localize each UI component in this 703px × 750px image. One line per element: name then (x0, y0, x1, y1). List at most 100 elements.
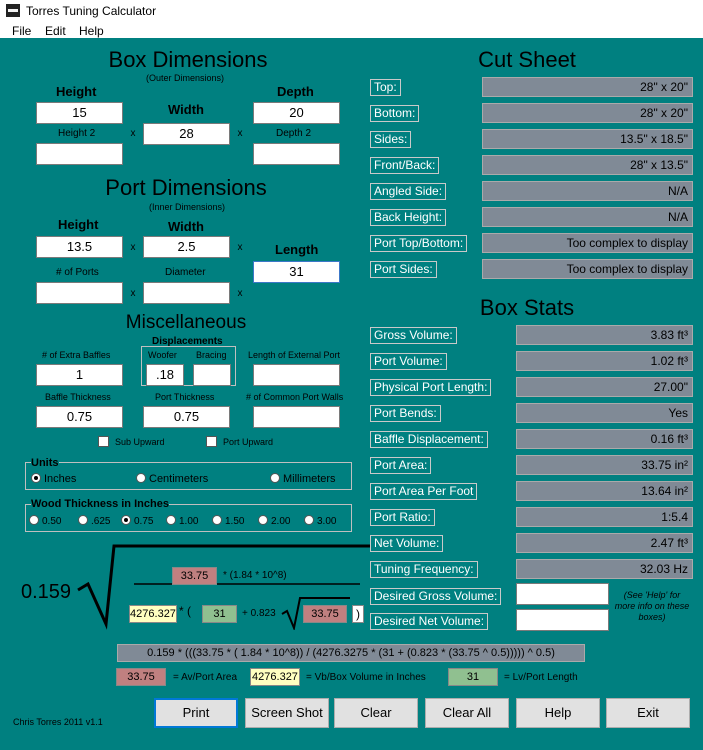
box-height-label: Height (53, 84, 100, 100)
bracing-input[interactable] (193, 364, 231, 386)
checkbox-box (98, 436, 109, 447)
clear-button[interactable]: Clear (334, 698, 418, 728)
cut-sheet-value: Too complex to display (482, 233, 693, 253)
legend-port-length-box: 31 (448, 668, 498, 686)
window-title: Torres Tuning Calculator (26, 4, 157, 18)
desired-gross-label: Desired Gross Volume: (370, 588, 502, 605)
box-depth-input[interactable]: 20 (253, 102, 340, 124)
formula-close-paren: ) (352, 605, 364, 623)
formula-port-length: 31 (202, 605, 237, 623)
units-centimeters-radio[interactable]: Centimeters (136, 473, 208, 485)
radio-dot (304, 515, 314, 525)
print-button[interactable]: Print (154, 698, 238, 728)
units-millimeters-radio[interactable]: Millimeters (270, 473, 336, 485)
box-depth-label: Depth (274, 84, 317, 100)
box-height2-input[interactable] (36, 143, 123, 165)
box-stats-label: Port Ratio: (370, 509, 435, 526)
checkbox-box (206, 436, 217, 447)
radio-dot (31, 473, 41, 483)
wood-100-label: 1.00 (179, 516, 199, 527)
exit-button[interactable]: Exit (606, 698, 690, 728)
legend-port-length-text: = Lv/Port Length (502, 672, 580, 683)
wood-200-label: 2.00 (271, 516, 291, 527)
port-width-input[interactable]: 2.5 (143, 236, 230, 258)
port-diameter-input[interactable] (143, 282, 230, 304)
box-stats-label: Gross Volume: (370, 327, 457, 344)
box-height-input[interactable]: 15 (36, 102, 123, 124)
baffle-thickness-input[interactable]: 0.75 (36, 406, 123, 428)
radio-dot (212, 515, 222, 525)
clear-all-button[interactable]: Clear All (425, 698, 509, 728)
cut-sheet-label: Front/Back: (370, 157, 440, 174)
help-button[interactable]: Help (516, 698, 600, 728)
box-depth2-input[interactable] (253, 143, 340, 165)
menu-edit[interactable]: Edit (45, 24, 66, 38)
cut-sheet-value: 28" x 13.5" (482, 155, 693, 175)
units-title: Units (31, 457, 59, 469)
external-port-input[interactable] (253, 364, 340, 386)
box-depth2-label: Depth 2 (273, 128, 315, 140)
woofer-input[interactable]: .18 (146, 364, 184, 386)
wood-050-radio[interactable]: 0.50 (29, 515, 61, 527)
menu-help[interactable]: Help (79, 24, 104, 38)
formula-open-paren: * ( (179, 604, 191, 618)
desired-gross-input[interactable] (516, 583, 609, 605)
units-inches-radio[interactable]: Inches (31, 473, 76, 485)
cut-sheet-label: Angled Side: (370, 183, 447, 200)
menu-file[interactable]: File (12, 24, 31, 38)
box-stats-label: Baffle Displacement: (370, 431, 488, 448)
units-centimeters-label: Centimeters (149, 473, 209, 485)
box-stats-value: 33.75 in² (516, 455, 693, 475)
port-height-label: Height (55, 217, 102, 233)
box-dimensions-title: Box Dimensions (93, 47, 283, 73)
wood-100-radio[interactable]: 1.00 (166, 515, 198, 527)
woofer-label: Woofer (146, 350, 179, 361)
wood-200-radio[interactable]: 2.00 (258, 515, 290, 527)
cut-sheet-value: N/A (482, 207, 693, 227)
wood-075-label: 0.75 (134, 516, 154, 527)
port-dimensions-title: Port Dimensions (87, 175, 285, 201)
cut-sheet-value: 28" x 20" (482, 77, 693, 97)
legend-port-area-box: 33.75 (116, 668, 166, 686)
formula-plus: + 0.823 (240, 608, 278, 619)
extra-baffles-label: # of Extra Baffles (40, 350, 113, 361)
box-stats-label: Physical Port Length: (370, 379, 492, 396)
port-thickness-label: Port Thickness (153, 392, 217, 403)
box-stats-value: 32.03 Hz (516, 559, 693, 579)
legend-port-area-text: = Av/Port Area (171, 672, 240, 683)
port-thickness-input[interactable]: 0.75 (143, 406, 230, 428)
box-stats-value: 1:5.4 (516, 507, 693, 527)
formula-constant: 0.159 (16, 577, 76, 607)
box-stats-label: Port Area: (370, 457, 432, 474)
cut-sheet-label: Back Height: (370, 209, 447, 226)
units-millimeters-label: Millimeters (283, 473, 336, 485)
sub-upward-label: Sub Upward (113, 437, 167, 447)
box-width-input[interactable]: 28 (143, 123, 230, 145)
port-length-input[interactable]: 31 (253, 261, 340, 283)
wood-0625-radio[interactable]: .625 (78, 515, 110, 527)
port-count-input[interactable] (36, 282, 123, 304)
screenshot-button[interactable]: Screen Shot (245, 698, 329, 728)
radio-dot (121, 515, 131, 525)
cut-sheet-label: Bottom: (370, 105, 420, 122)
sub-upward-checkbox[interactable]: Sub Upward (98, 436, 167, 448)
common-walls-input[interactable] (253, 406, 340, 428)
cut-sheet-value: 13.5" x 18.5" (482, 129, 693, 149)
external-port-label: Length of External Port (246, 350, 343, 361)
box-height2-label: Height 2 (55, 128, 99, 140)
port-count-label: # of Ports (53, 267, 102, 279)
wood-150-radio[interactable]: 1.50 (212, 515, 244, 527)
port-upward-checkbox[interactable]: Port Upward (206, 436, 276, 448)
wood-075-radio[interactable]: 0.75 (121, 515, 153, 527)
port-width-label: Width (165, 219, 207, 235)
desired-net-input[interactable] (516, 609, 609, 631)
port-height-input[interactable]: 13.5 (36, 236, 123, 258)
multiply-sign: x (235, 127, 245, 140)
radio-dot (258, 515, 268, 525)
extra-baffles-input[interactable]: 1 (36, 364, 123, 386)
misc-title: Miscellaneous (109, 312, 263, 334)
wood-300-radio[interactable]: 3.00 (304, 515, 336, 527)
credit-label: Chris Torres 2011 v1.1 (11, 717, 105, 728)
wood-title: Wood Thickness in Inches (31, 498, 169, 510)
legend-box-volume-text: = Vb/Box Volume in Inches (304, 672, 428, 683)
